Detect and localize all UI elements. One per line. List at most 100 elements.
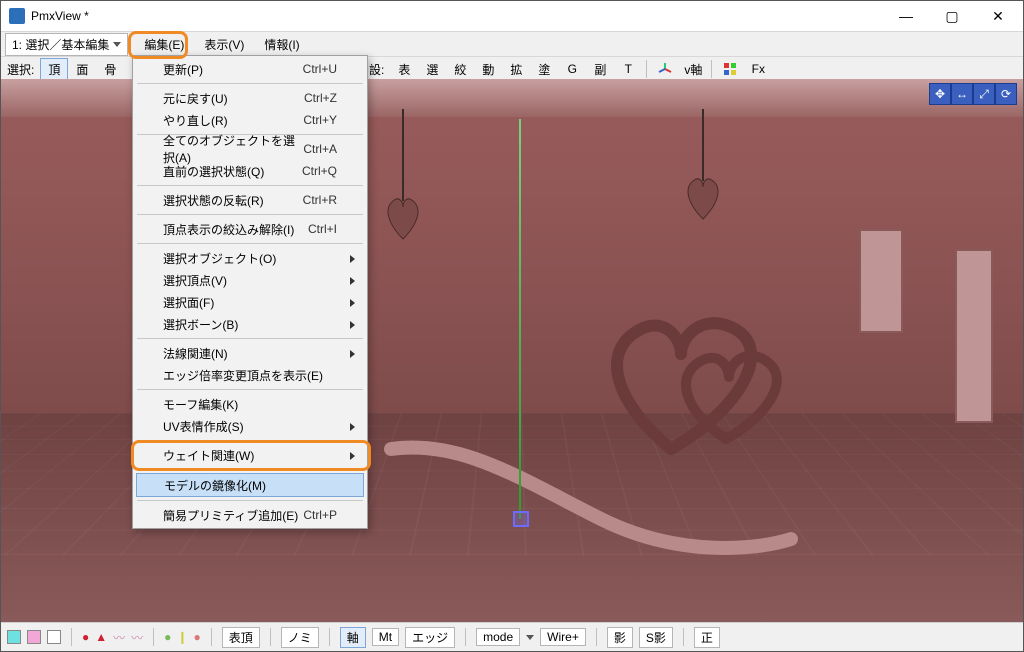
menu-item[interactable]: 選択オブジェクト(O): [135, 247, 365, 269]
sb-wire[interactable]: Wire+: [540, 628, 586, 646]
menu-item[interactable]: 選択面(F): [135, 291, 365, 313]
toolbar-separator-2: [711, 60, 712, 78]
sb-s-shadow[interactable]: S影: [639, 627, 673, 648]
menu-item-label: UV表情作成(S): [163, 418, 337, 435]
scene-heart-right: [679, 109, 727, 289]
scene-panel: [859, 229, 903, 333]
menu-item-label: 選択オブジェクト(O): [163, 250, 337, 267]
swatch-white[interactable]: [47, 630, 61, 644]
menu-item[interactable]: モデルの鏡像化(M): [136, 473, 364, 497]
menu-item-shortcut: Ctrl+A: [303, 142, 337, 156]
v-axis-button[interactable]: v軸: [679, 58, 707, 80]
yellow-bar-icon[interactable]: ❙: [177, 630, 187, 644]
menu-separator: [137, 214, 363, 215]
app-icon: [9, 8, 25, 24]
menu-item-label: エッジ倍率変更頂点を表示(E): [163, 367, 337, 384]
menu-edit[interactable]: 編集(E): [134, 32, 194, 57]
tbtn-8[interactable]: T: [614, 58, 642, 80]
gizmo-rotate-icon[interactable]: ⟳: [995, 83, 1017, 105]
tab-bone[interactable]: 骨: [96, 58, 124, 80]
menu-item[interactable]: 直前の選択状態(Q)Ctrl+Q: [135, 160, 365, 182]
menu-item-shortcut: Ctrl+Y: [303, 113, 337, 127]
toolbar-right: 設: 表 選 絞 動 拡 塗 G 副 T v軸 Fx: [369, 58, 772, 80]
sb-mode[interactable]: mode: [476, 628, 520, 646]
mode-selector[interactable]: 1: 選択／基本編集: [5, 33, 128, 56]
close-button[interactable]: ✕: [975, 1, 1021, 31]
scene-panel-2: [955, 249, 993, 423]
sb-mt[interactable]: Mt: [372, 628, 399, 646]
scene-origin-gizmo: [513, 511, 529, 527]
minimize-button[interactable]: —: [883, 1, 929, 31]
menu-item-shortcut: Ctrl+Z: [304, 91, 337, 105]
menu-item[interactable]: 選択頂点(V): [135, 269, 365, 291]
menu-separator: [137, 185, 363, 186]
circle-icon[interactable]: ●: [82, 630, 89, 644]
menu-item-label: 直前の選択状態(Q): [163, 163, 302, 180]
menu-item[interactable]: 更新(P)Ctrl+U: [135, 58, 365, 80]
gizmo-move-icon[interactable]: ✥: [929, 83, 951, 105]
menu-item[interactable]: 簡易プリミティブ追加(E)Ctrl+P: [135, 504, 365, 526]
menu-item-shortcut: Ctrl+Q: [302, 164, 337, 178]
menu-view[interactable]: 表示(V): [194, 32, 254, 57]
menu-info[interactable]: 情報(I): [254, 32, 309, 57]
menu-item-label: モデルの鏡像化(M): [164, 477, 336, 494]
triangle-icon[interactable]: ▲: [95, 630, 107, 644]
tab-face[interactable]: 面: [68, 58, 96, 80]
menu-item[interactable]: 頂点表示の絞込み解除(I)Ctrl+I: [135, 218, 365, 240]
tbtn-3[interactable]: 動: [474, 58, 502, 80]
menu-item[interactable]: モーフ編集(K): [135, 393, 365, 415]
sb-shadow[interactable]: 影: [607, 627, 633, 648]
tbtn-0[interactable]: 表: [390, 58, 418, 80]
tbtn-4[interactable]: 拡: [502, 58, 530, 80]
fx-button[interactable]: Fx: [744, 58, 772, 80]
sb-surface-top[interactable]: 表頂: [222, 627, 260, 648]
red-dot2-icon[interactable]: ●: [193, 630, 200, 644]
app-window: PmxView * — ▢ ✕ 1: 選択／基本編集 編集(E) 表示(V) 情…: [0, 0, 1024, 652]
green-dot-icon[interactable]: ●: [164, 630, 171, 644]
wave2-icon[interactable]: 〰: [131, 629, 143, 646]
menu-item[interactable]: 全てのオブジェクトを選択(A)Ctrl+A: [135, 138, 365, 160]
scene-heart-left: [379, 109, 427, 309]
swatch-pink[interactable]: [27, 630, 41, 644]
gizmo-pan-lr-icon[interactable]: ↔: [951, 83, 973, 105]
wave-icon[interactable]: 〰: [113, 629, 125, 646]
sb-edge[interactable]: エッジ: [405, 627, 455, 648]
tbtn-7[interactable]: 副: [586, 58, 614, 80]
menu-item-shortcut: Ctrl+I: [308, 222, 337, 236]
menu-separator: [137, 243, 363, 244]
sb-sep-5: [465, 628, 466, 646]
menu-item[interactable]: 選択ボーン(B): [135, 313, 365, 335]
edit-dropdown: 更新(P)Ctrl+U 元に戻す(U)Ctrl+Zやり直し(R)Ctrl+Y 全ての…: [132, 55, 368, 529]
tbtn-5[interactable]: 塗: [530, 58, 558, 80]
menu-item[interactable]: ウェイト関連(W): [135, 444, 365, 466]
menu-item[interactable]: エッジ倍率変更頂点を表示(E): [135, 364, 365, 386]
chevron-down-icon[interactable]: [526, 635, 534, 640]
menu-item[interactable]: 元に戻す(U)Ctrl+Z: [135, 87, 365, 109]
submenu-arrow-icon: [350, 299, 355, 307]
menu-item[interactable]: 選択状態の反転(R)Ctrl+R: [135, 189, 365, 211]
window-title: PmxView *: [31, 9, 883, 23]
tbtn-2[interactable]: 絞: [446, 58, 474, 80]
menu-item[interactable]: 法線関連(N): [135, 342, 365, 364]
sb-axis[interactable]: 軸: [340, 627, 366, 648]
menu-item-label: ウェイト関連(W): [163, 447, 337, 464]
scene-y-axis: [519, 119, 521, 519]
submenu-arrow-icon: [350, 321, 355, 329]
gizmo-zoom-icon[interactable]: ⤢: [973, 83, 995, 105]
toolbar-separator: [646, 60, 647, 78]
select-label: 選択:: [7, 61, 34, 78]
color-grid-icon[interactable]: [716, 58, 744, 80]
tbtn-1[interactable]: 選: [418, 58, 446, 80]
tbtn-6[interactable]: G: [558, 58, 586, 80]
tab-vertex[interactable]: 頂: [40, 58, 68, 80]
swatch-cyan[interactable]: [7, 630, 21, 644]
maximize-button[interactable]: ▢: [929, 1, 975, 31]
menu-item[interactable]: UV表情作成(S): [135, 415, 365, 437]
menu-item-label: 選択ボーン(B): [163, 316, 337, 333]
sb-sep-0: [71, 628, 72, 646]
sb-nomi[interactable]: ノミ: [281, 627, 319, 648]
menu-item[interactable]: やり直し(R)Ctrl+Y: [135, 109, 365, 131]
xyz-icon[interactable]: [651, 58, 679, 80]
sb-front[interactable]: 正: [694, 627, 720, 648]
chevron-down-icon: [113, 42, 121, 47]
